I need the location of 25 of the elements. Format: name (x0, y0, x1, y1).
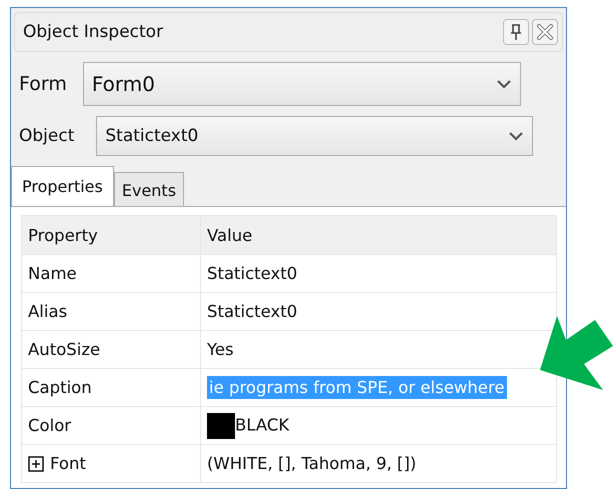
property-name: Font (50, 454, 86, 473)
form-dropdown[interactable]: Form0 (82, 62, 521, 106)
chevron-down-icon (508, 131, 524, 141)
chevron-down-icon (496, 79, 512, 89)
close-icon[interactable] (532, 19, 558, 45)
window-title: Object Inspector (23, 22, 164, 42)
property-name: Name (28, 264, 77, 283)
property-value[interactable]: Yes (207, 340, 234, 359)
object-label: Object (19, 126, 74, 146)
expand-icon[interactable] (28, 456, 44, 472)
form-label: Form (19, 73, 67, 95)
property-value[interactable]: Statictext0 (207, 264, 298, 283)
tab[interactable]: Events (114, 172, 184, 206)
property-value[interactable]: BLACK (235, 415, 290, 434)
column-header: Value (200, 216, 556, 254)
property-name: Alias (28, 302, 68, 321)
property-name: AutoSize (28, 340, 100, 359)
property-name: Caption (28, 378, 92, 397)
property-name: Color (28, 416, 72, 435)
arrow-icon (540, 316, 613, 390)
property-value[interactable]: Statictext0 (207, 302, 298, 321)
pin-icon[interactable] (503, 19, 529, 45)
tab[interactable]: Properties (11, 166, 114, 206)
object-dropdown[interactable]: Statictext0 (96, 116, 534, 156)
column-header: Property (22, 216, 200, 254)
